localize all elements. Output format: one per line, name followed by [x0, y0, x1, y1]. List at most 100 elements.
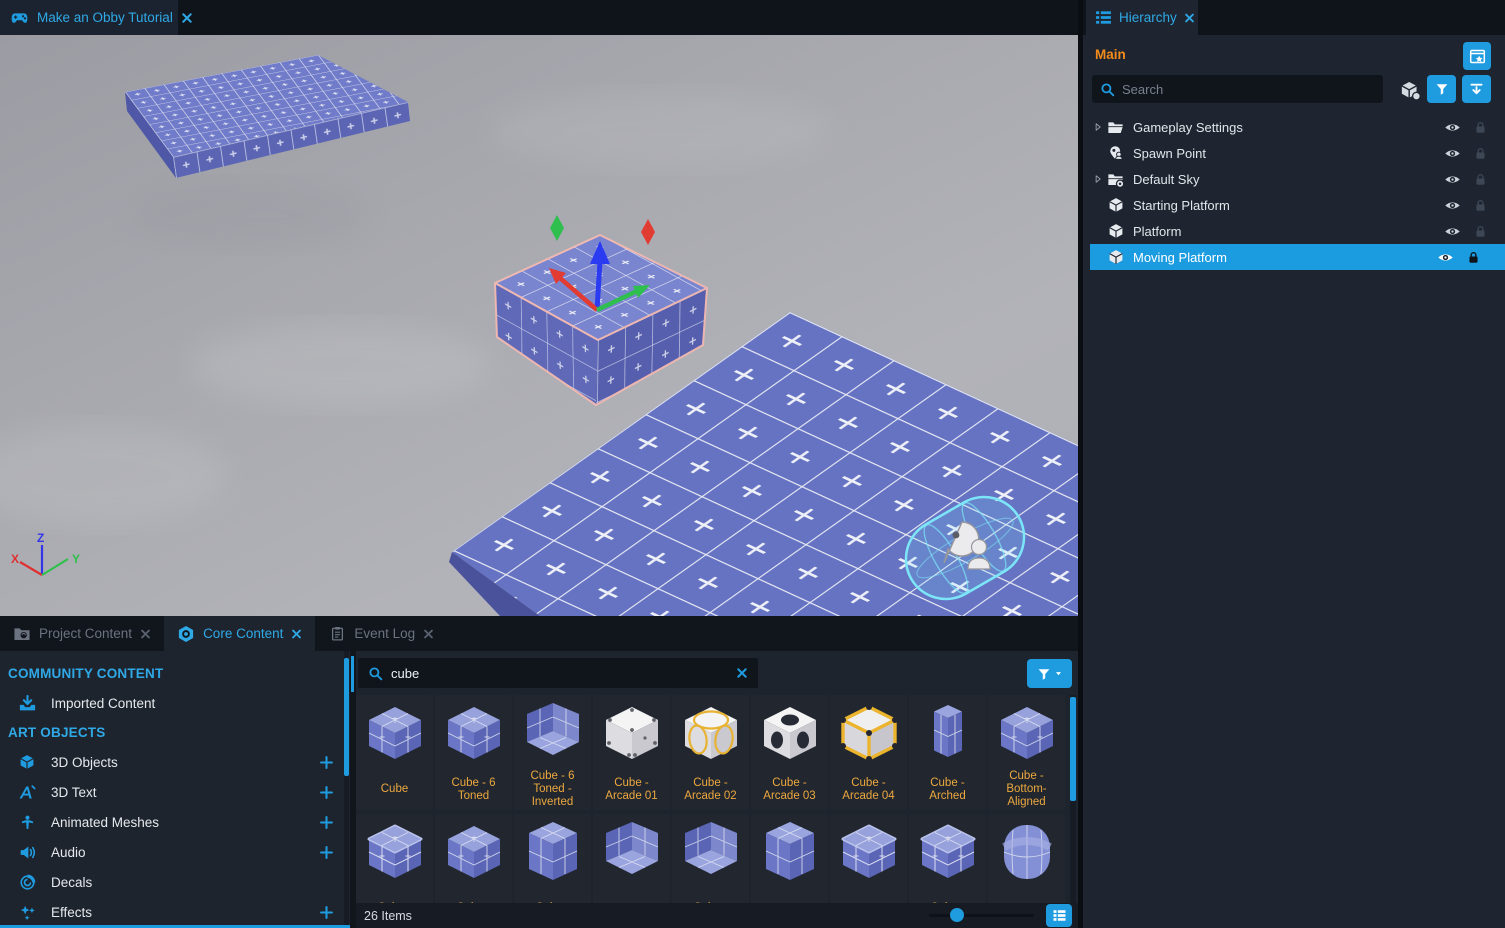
hierarchy-tab-bar: Hierarchy	[1083, 0, 1505, 35]
asset-cube-6-toned-inverted[interactable]: Cube - 6 Toned - Inverted	[514, 695, 591, 810]
axis-indicator: Z X Y	[11, 531, 80, 575]
world-settings-button[interactable]	[1463, 42, 1491, 70]
asset-cube[interactable]: Cube -	[514, 814, 591, 903]
asset-cube-variant[interactable]	[593, 814, 670, 903]
hierarchy-row-gameplay-settings[interactable]: Gameplay Settings	[1083, 114, 1505, 140]
lock-icon[interactable]	[1474, 173, 1487, 186]
asset-cube[interactable]: Cube -	[672, 814, 749, 903]
add-icon[interactable]	[319, 755, 334, 770]
visibility-icon[interactable]	[1444, 223, 1461, 240]
close-icon[interactable]	[291, 628, 302, 640]
sidebar-item-3d-text[interactable]: 3D Text	[0, 777, 350, 807]
slider-thumb[interactable]	[950, 908, 964, 922]
asset-cube-variant[interactable]	[988, 814, 1065, 903]
tab-title: Hierarchy	[1119, 10, 1177, 25]
tab-core-content[interactable]: Core Content	[164, 616, 315, 651]
tab-event-log[interactable]: Event Log	[315, 616, 447, 651]
filter-icon	[1037, 667, 1051, 681]
hierarchy-row-default-sky[interactable]: Default Sky	[1083, 166, 1505, 192]
lock-icon[interactable]	[1474, 225, 1487, 238]
content-tab-bar: Project ContentCore ContentEvent Log	[0, 616, 1078, 651]
asset-thumbnail-blue	[359, 697, 431, 769]
visibility-icon[interactable]	[1437, 249, 1454, 266]
svg-text:X: X	[11, 552, 19, 566]
gizmo-handle-green[interactable]	[550, 215, 564, 241]
thumbnail-size-slider[interactable]	[929, 914, 1034, 917]
add-icon[interactable]	[319, 905, 334, 920]
sidebar-item-effects[interactable]: Effects	[0, 897, 350, 927]
collapse-all-button[interactable]	[1462, 75, 1491, 103]
sidebar-item-animated-meshes[interactable]: Animated Meshes	[0, 807, 350, 837]
close-icon[interactable]	[181, 12, 193, 24]
clipboard-icon	[328, 626, 346, 641]
text-3d-icon	[17, 784, 37, 801]
asset-cube-arched[interactable]: Cube - Arched	[909, 695, 986, 810]
hierarchy-search-input[interactable]	[1122, 82, 1375, 97]
hierarchy-filter-button[interactable]	[1427, 75, 1456, 103]
asset-cube-arcade-02[interactable]: Cube - Arcade 02	[672, 695, 749, 810]
collapse-all-icon	[1469, 82, 1484, 97]
hierarchy-search[interactable]	[1092, 75, 1383, 103]
viewport-3d[interactable]: Z X Y	[0, 35, 1078, 616]
hierarchy-row-label: Platform	[1133, 224, 1181, 239]
sidebar-item-audio[interactable]: Audio	[0, 837, 350, 867]
add-icon[interactable]	[319, 785, 334, 800]
asset-thumbnail-blue	[438, 697, 510, 769]
close-icon[interactable]	[140, 628, 151, 640]
sidebar-scrollbar-thumb[interactable]	[344, 658, 349, 776]
platform-mesh[interactable]	[125, 55, 410, 178]
lock-icon[interactable]	[1467, 251, 1480, 264]
asset-cube-arcade-03[interactable]: Cube - Arcade 03	[751, 695, 828, 810]
package-toggle-icon[interactable]	[1398, 78, 1422, 102]
asset-cube-variant[interactable]	[751, 814, 828, 903]
gizmo-handle-red[interactable]	[641, 219, 655, 245]
asset-cube-variant[interactable]	[830, 814, 907, 903]
sidebar-item-decals[interactable]: Decals	[0, 867, 350, 897]
tab-hierarchy[interactable]: Hierarchy	[1086, 0, 1198, 35]
asset-cube[interactable]: Cube -	[435, 814, 512, 903]
hierarchy-row-moving-platform[interactable]: Moving Platform	[1090, 244, 1505, 270]
clear-search-icon[interactable]	[736, 667, 748, 679]
asset-cube-6-toned[interactable]: Cube - 6 Toned	[435, 695, 512, 810]
visibility-icon[interactable]	[1444, 171, 1461, 188]
sidebar-item-3d-objects[interactable]: 3D Objects	[0, 747, 350, 777]
asset-thumbnail-blue-rounded	[912, 816, 984, 888]
visibility-icon[interactable]	[1444, 119, 1461, 136]
visibility-icon[interactable]	[1444, 145, 1461, 162]
asset-cube[interactable]: Cube	[356, 695, 433, 810]
tab-make-an-obby-tutorial[interactable]: Make an Obby Tutorial	[0, 0, 178, 35]
import-tray-icon	[17, 694, 37, 713]
asset-cube[interactable]: Cube -	[909, 814, 986, 903]
lock-icon[interactable]	[1474, 199, 1487, 212]
asset-cube[interactable]: Cube -	[356, 814, 433, 903]
sidebar-item-imported-content[interactable]: Imported Content	[0, 688, 350, 718]
hierarchy-row-platform[interactable]: Platform	[1083, 218, 1505, 244]
close-icon[interactable]	[1184, 12, 1195, 24]
item-count-label: 26 Items	[364, 909, 412, 923]
hierarchy-row-starting-platform[interactable]: Starting Platform	[1083, 192, 1505, 218]
asset-cube-bottom-aligned[interactable]: Cube - Bottom-Aligned	[988, 695, 1065, 810]
asset-search-input[interactable]	[391, 666, 728, 681]
expand-caret-icon[interactable]	[1091, 122, 1105, 132]
expand-caret-icon[interactable]	[1091, 174, 1105, 184]
asset-label: Cube -	[356, 888, 433, 903]
sidebar-item-label: Decals	[51, 875, 92, 890]
add-icon[interactable]	[319, 845, 334, 860]
asset-cube-arcade-04[interactable]: Cube - Arcade 04	[830, 695, 907, 810]
visibility-icon[interactable]	[1444, 197, 1461, 214]
lock-icon[interactable]	[1474, 121, 1487, 134]
speaker-icon	[17, 844, 37, 861]
grid-scrollbar-thumb[interactable]	[1070, 697, 1076, 801]
close-icon[interactable]	[423, 628, 434, 640]
hierarchy-row-spawn-point[interactable]: Spawn Point	[1083, 140, 1505, 166]
add-icon[interactable]	[319, 815, 334, 830]
search-icon	[368, 666, 383, 681]
lock-icon[interactable]	[1474, 147, 1487, 160]
asset-cube-arcade-01[interactable]: Cube - Arcade 01	[593, 695, 670, 810]
viewport-canvas[interactable]: Z X Y	[0, 35, 1078, 616]
asset-search[interactable]	[358, 658, 758, 688]
view-toggle-button[interactable]	[1046, 904, 1072, 927]
person-icon	[17, 815, 37, 830]
tab-project-content[interactable]: Project Content	[0, 616, 164, 651]
asset-filter-button[interactable]	[1027, 659, 1072, 688]
